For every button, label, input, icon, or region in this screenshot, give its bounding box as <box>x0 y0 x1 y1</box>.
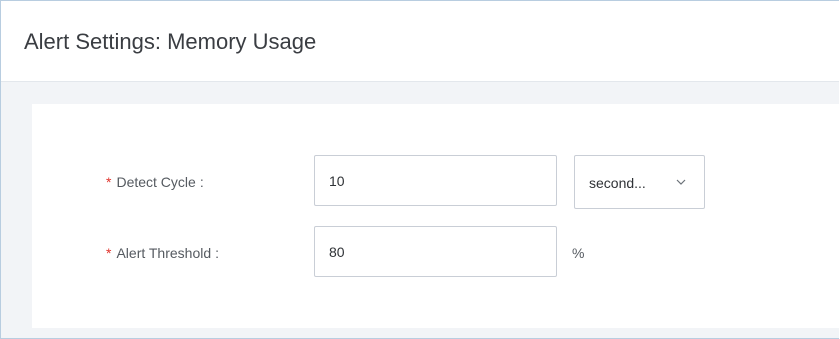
alert-threshold-label-text: Alert Threshold <box>116 245 212 261</box>
alert-settings-dialog: Alert Settings: Memory Usage * Detect Cyc… <box>0 0 840 339</box>
alert-threshold-label-colon: : <box>215 245 220 261</box>
detect-cycle-input[interactable] <box>314 155 557 206</box>
required-asterisk-icon: * <box>106 174 112 190</box>
dialog-header: Alert Settings: Memory Usage <box>1 1 839 82</box>
dialog-title: Alert Settings: Memory Usage <box>24 29 317 54</box>
chevron-down-icon <box>676 179 686 185</box>
detect-cycle-label-colon: : <box>199 174 204 190</box>
detect-cycle-unit-select[interactable]: second... <box>574 155 705 209</box>
required-asterisk-icon: * <box>106 245 112 261</box>
alert-threshold-input[interactable] <box>314 226 557 277</box>
alert-threshold-label: * Alert Threshold: <box>106 243 219 263</box>
alert-threshold-unit: % <box>572 245 585 261</box>
detect-cycle-label: * Detect Cycle: <box>106 172 204 192</box>
detect-cycle-label-text: Detect Cycle <box>116 174 196 190</box>
settings-form-panel: *Detect Cycle: second... *Alert Threshol… <box>32 104 840 328</box>
detect-cycle-unit-value: second... <box>589 175 646 191</box>
